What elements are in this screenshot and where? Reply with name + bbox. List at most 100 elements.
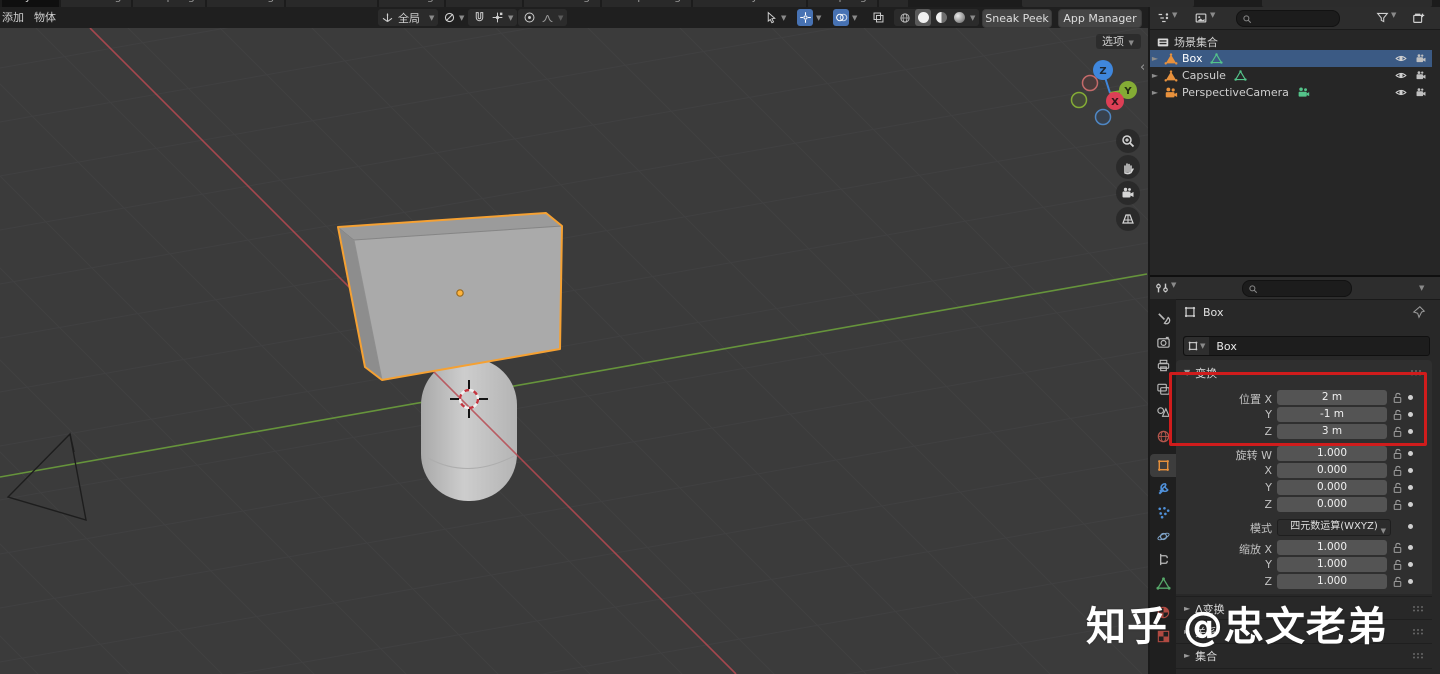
- panel-grip-icon[interactable]: [1412, 628, 1424, 635]
- workspace-tab-scripting[interactable]: Scripting: [808, 0, 877, 7]
- scale-y-field[interactable]: 1.000: [1277, 557, 1387, 572]
- expander-arrow-icon[interactable]: ►: [1150, 88, 1160, 97]
- lock-open-icon[interactable]: [1391, 575, 1404, 588]
- workspace-tabstrip[interactable]: LayoutModelingSculptingUV EditingTexture…: [0, 0, 908, 7]
- properties-tab-render[interactable]: [1150, 331, 1176, 354]
- hide-in-viewport-eye-icon[interactable]: [1394, 86, 1408, 99]
- new-collection-button[interactable]: [1412, 11, 1426, 25]
- show-overlays-toggle[interactable]: ▼: [830, 9, 861, 26]
- animate-dot[interactable]: [1408, 524, 1413, 529]
- animate-dot[interactable]: [1408, 485, 1413, 490]
- lock-open-icon[interactable]: [1391, 558, 1404, 571]
- workspace-tab-shading[interactable]: Shading: [379, 0, 444, 7]
- lock-open-icon[interactable]: [1391, 481, 1404, 494]
- object-type-visibility-dropdown[interactable]: ▼: [762, 9, 790, 26]
- box-object-selected[interactable]: [338, 213, 562, 380]
- properties-options-chevron[interactable]: ▼: [1418, 284, 1425, 292]
- transform-panel-header[interactable]: ▼ 变换: [1176, 364, 1432, 381]
- outliner-row-capsule[interactable]: ►Capsule: [1150, 67, 1432, 84]
- workspace-tab-texture-paint[interactable]: Texture Paint: [286, 0, 377, 7]
- navigation-gizmo[interactable]: Z Y X: [1060, 55, 1146, 131]
- animate-dot[interactable]: [1408, 429, 1413, 434]
- disable-in-renders-camera-icon[interactable]: [1414, 86, 1428, 99]
- lock-open-icon[interactable]: [1391, 541, 1404, 554]
- pin-icon[interactable]: [1412, 305, 1426, 319]
- animate-dot[interactable]: [1408, 468, 1413, 473]
- lock-open-icon[interactable]: [1391, 391, 1404, 404]
- properties-tab-output[interactable]: [1150, 354, 1176, 377]
- scale-x-field[interactable]: 1.000: [1277, 540, 1387, 555]
- properties-tab-modifiers[interactable]: [1150, 478, 1176, 501]
- lock-open-icon[interactable]: [1391, 425, 1404, 438]
- view-layer-selector-clipped[interactable]: [1262, 0, 1432, 7]
- toggle-xray-button[interactable]: [870, 9, 886, 26]
- properties-tab-object-data[interactable]: [1150, 572, 1176, 595]
- viewport-canvas[interactable]: [0, 28, 1148, 674]
- outliner-editor-type-dropdown[interactable]: ▼: [1156, 11, 1178, 25]
- properties-tab-object[interactable]: [1150, 454, 1176, 477]
- lock-open-icon[interactable]: [1391, 464, 1404, 477]
- disable-in-renders-camera-icon[interactable]: [1414, 69, 1428, 82]
- workspace-tab-geometry-nodes[interactable]: Geometry Nodes: [693, 0, 806, 7]
- transform-orientation-dropdown[interactable]: 全局 ▼: [378, 9, 438, 26]
- rotation-x-field[interactable]: 0.000: [1277, 463, 1387, 478]
- shading-wireframe-button[interactable]: [897, 9, 913, 26]
- hide-in-viewport-eye-icon[interactable]: [1394, 52, 1408, 65]
- show-gizmo-toggle[interactable]: ▼: [794, 9, 825, 26]
- gizmo-axis-z-negative[interactable]: [1096, 110, 1111, 125]
- workspace-tab--[interactable]: +: [879, 0, 908, 7]
- gizmo-axis-x-negative[interactable]: [1083, 76, 1098, 91]
- panel-grip-icon[interactable]: [1410, 369, 1422, 376]
- properties-editor-type-dropdown[interactable]: ▼: [1155, 281, 1177, 295]
- properties-tab-constraints[interactable]: [1150, 548, 1176, 571]
- snap-magnet-toggle[interactable]: [471, 9, 487, 26]
- workspace-tab-compositing[interactable]: Compositing: [602, 0, 691, 7]
- gizmo-axis-y-negative[interactable]: [1072, 93, 1087, 108]
- properties-tab-tool[interactable]: [1150, 307, 1176, 330]
- menu-object[interactable]: 物体: [28, 10, 62, 25]
- expander-arrow-icon[interactable]: ►: [1150, 71, 1160, 80]
- rotation-mode-dropdown[interactable]: 四元数运算(WXYZ) ▼: [1277, 519, 1391, 536]
- animate-dot[interactable]: [1408, 545, 1413, 550]
- properties-tab-view-layer[interactable]: [1150, 378, 1176, 401]
- viewport-options-dropdown[interactable]: 选项 ▼: [1096, 34, 1141, 49]
- workspace-tab-animation[interactable]: Animation: [446, 0, 522, 7]
- pivot-point-dropdown[interactable]: ▼: [440, 9, 468, 26]
- panel-grip-icon[interactable]: [1412, 605, 1424, 612]
- location-x-field[interactable]: 2 m: [1277, 390, 1387, 405]
- location-z-field[interactable]: 3 m: [1277, 424, 1387, 439]
- scale-z-field[interactable]: 1.000: [1277, 574, 1387, 589]
- app-manager-button[interactable]: App Manager: [1058, 9, 1142, 28]
- properties-search-input[interactable]: [1242, 280, 1352, 297]
- menu-add[interactable]: 添加: [0, 10, 30, 25]
- expander-arrow-icon[interactable]: ►: [1150, 54, 1160, 63]
- rotation-z-field[interactable]: 0.000: [1277, 497, 1387, 512]
- hide-in-viewport-eye-icon[interactable]: [1394, 69, 1408, 82]
- proportional-editing-toggle[interactable]: [521, 9, 537, 26]
- workspace-tab-rendering[interactable]: Rendering: [524, 0, 600, 7]
- lock-open-icon[interactable]: [1391, 447, 1404, 460]
- rotation-w-field[interactable]: 1.000: [1277, 446, 1387, 461]
- shading-material-button[interactable]: [933, 9, 949, 26]
- shading-rendered-button[interactable]: [951, 9, 967, 26]
- animate-dot[interactable]: [1408, 562, 1413, 567]
- outliner-filter-dropdown[interactable]: ▼: [1376, 11, 1397, 24]
- properties-tab-world[interactable]: [1150, 425, 1176, 448]
- workspace-tab-sculpting[interactable]: Sculpting: [133, 0, 204, 7]
- shading-solid-button[interactable]: [915, 9, 931, 26]
- animate-dot[interactable]: [1408, 412, 1413, 417]
- rotation-y-field[interactable]: 0.000: [1277, 480, 1387, 495]
- properties-tab-physics[interactable]: [1150, 525, 1176, 548]
- panel-grip-icon[interactable]: [1412, 652, 1424, 659]
- animate-dot[interactable]: [1408, 451, 1413, 456]
- disable-in-renders-camera-icon[interactable]: [1414, 52, 1428, 65]
- capsule-object[interactable]: [421, 358, 517, 501]
- animate-dot[interactable]: [1408, 579, 1413, 584]
- falloff-dropdown[interactable]: [539, 9, 555, 26]
- animate-dot[interactable]: [1408, 502, 1413, 507]
- sneak-peek-button[interactable]: Sneak Peek: [982, 9, 1052, 28]
- scene-selector-clipped[interactable]: [1022, 0, 1194, 7]
- outliner-search-input[interactable]: [1236, 10, 1340, 27]
- animate-dot[interactable]: [1408, 395, 1413, 400]
- object-id-dropdown[interactable]: ▼: [1184, 337, 1209, 355]
